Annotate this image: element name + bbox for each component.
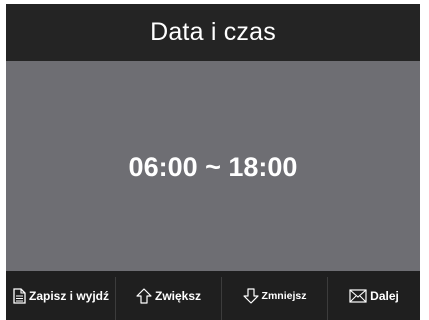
document-icon: [13, 287, 26, 304]
content-area: 06:00 ~ 18:00: [6, 61, 420, 271]
save-and-exit-button[interactable]: Zapisz i wyjdź: [6, 271, 116, 320]
arrow-up-icon: [136, 287, 152, 304]
decrease-button[interactable]: Zmniejsz: [222, 271, 327, 320]
arrow-down-icon: [242, 287, 259, 304]
increase-label: Zwiększ: [154, 288, 202, 303]
settings-panel: Data i czas 06:00 ~ 18:00 Zapisz i wyjdź: [6, 4, 420, 320]
next-label: Dalej: [370, 288, 399, 303]
envelope-icon: [349, 288, 367, 303]
decrease-label: Zmniejsz: [261, 289, 307, 302]
footer-toolbar: Zapisz i wyjdź Zwiększ Zmniejsz Dalej: [6, 271, 420, 320]
screen: Data i czas 06:00 ~ 18:00 Zapisz i wyjdź: [0, 0, 429, 320]
next-button[interactable]: Dalej: [328, 271, 420, 320]
save-and-exit-label: Zapisz i wyjdź: [28, 288, 109, 303]
increase-button[interactable]: Zwiększ: [116, 271, 221, 320]
header-bar: Data i czas: [6, 4, 420, 61]
page-title: Data i czas: [150, 18, 276, 46]
time-range-value[interactable]: 06:00 ~ 18:00: [129, 152, 298, 183]
